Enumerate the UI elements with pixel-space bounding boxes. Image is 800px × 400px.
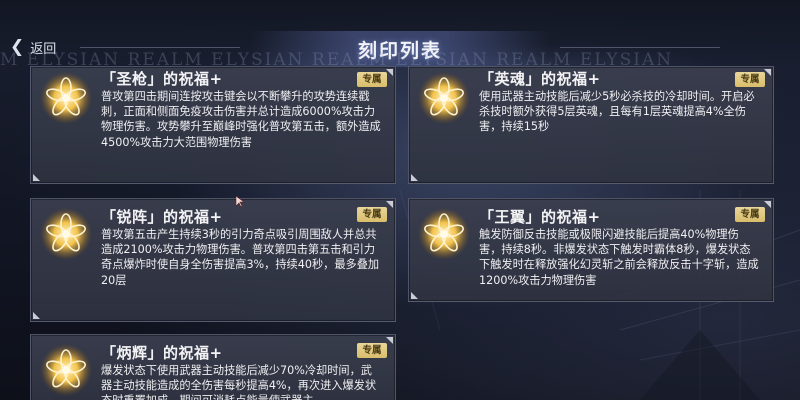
card-corner-ornament	[386, 201, 393, 208]
card-description: 触发防御反击技能或极限闪避技能后提高40%物理伤害，持续8秒。非爆发状态下触发时…	[479, 228, 759, 287]
card-corner-ornament	[411, 174, 418, 181]
mouse-cursor-icon	[236, 196, 245, 208]
exclusive-badge: 专属	[357, 72, 387, 87]
stigma-card-sharp-formation[interactable]: 「锐阵」的祝福+ 专属 普攻第五击产生持续3秒的引力奇点吸引周围敌人并总共造成2…	[30, 198, 396, 322]
lotus-emblem-icon	[40, 344, 92, 396]
card-description: 普攻第五击产生持续3秒的引力奇点吸引周围敌人并总共造成2100%攻击力物理伤害。…	[101, 228, 380, 287]
card-description: 爆发状态下使用武器主动技能后减少70%冷却时间，武器主动技能造成的全伤害每秒提高…	[101, 364, 377, 400]
exclusive-badge: 专属	[735, 207, 765, 222]
card-corner-ornament	[386, 337, 393, 344]
exclusive-badge: 专属	[357, 207, 387, 222]
header-divider-left	[80, 47, 240, 48]
card-title: 「王翼」的祝福+	[479, 208, 601, 226]
exclusive-badge: 专属	[735, 72, 765, 87]
stigma-card-heroic-spirit[interactable]: 「英魂」的祝福+ 专属 使用武器主动技能后减少5秒必杀技的冷却时间。开启必杀技时…	[408, 66, 774, 184]
stigma-card-blazing[interactable]: 「炳辉」的祝福+ 专属 爆发状态下使用武器主动技能后减少70%冷却时间，武器主动…	[30, 334, 396, 400]
header-divider-right	[560, 47, 720, 48]
card-description: 使用武器主动技能后减少5秒必杀技的冷却时间。开启必杀技时额外获得5层英魂，且每有…	[479, 90, 755, 134]
lotus-emblem-icon	[40, 208, 92, 260]
lotus-emblem-icon	[418, 208, 470, 260]
card-title: 「锐阵」的祝福+	[101, 208, 223, 226]
card-corner-ornament	[411, 292, 418, 299]
lotus-emblem-icon	[418, 72, 470, 124]
card-title: 「圣枪」的祝福+	[101, 70, 223, 88]
stigma-card-royal-wing[interactable]: 「王翼」的祝福+ 专属 触发防御反击技能或极限闪避技能后提高40%物理伤害，持续…	[408, 198, 774, 302]
card-corner-ornament	[386, 69, 393, 76]
exclusive-badge: 专属	[357, 343, 387, 358]
game-screen: ❮ 返回 刻印列表 M ELYSIAN REALM ELYSIAN REALM …	[0, 0, 800, 400]
card-corner-ornament	[764, 69, 771, 76]
stigma-card-holy-spear[interactable]: 「圣枪」的祝福+ 专属 普攻第四击期间连按攻击键会以不断攀升的攻势连续戳刺，正面…	[30, 66, 396, 184]
card-title: 「英魂」的祝福+	[479, 70, 601, 88]
lotus-emblem-icon	[40, 72, 92, 124]
card-title: 「炳辉」的祝福+	[101, 344, 223, 362]
card-corner-ornament	[33, 174, 40, 181]
card-description: 普攻第四击期间连按攻击键会以不断攀升的攻势连续戳刺，正面和侧面免疫攻击伤害并总计…	[101, 90, 381, 149]
card-corner-ornament	[764, 201, 771, 208]
card-corner-ornament	[33, 312, 40, 319]
